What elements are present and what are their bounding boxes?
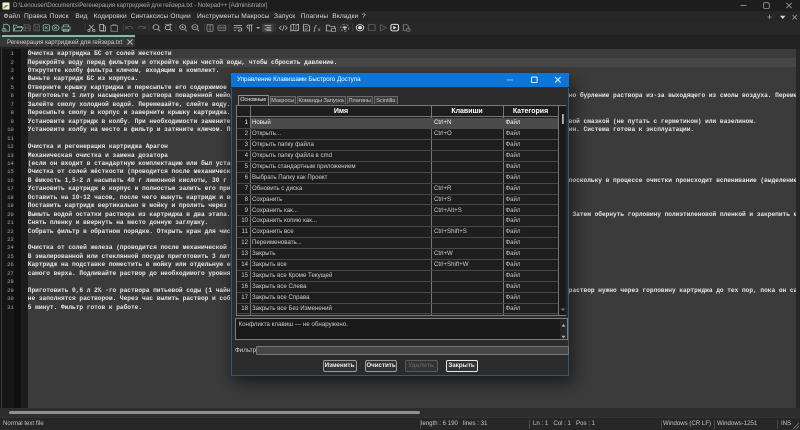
svg-text:x: x <box>318 28 321 34</box>
